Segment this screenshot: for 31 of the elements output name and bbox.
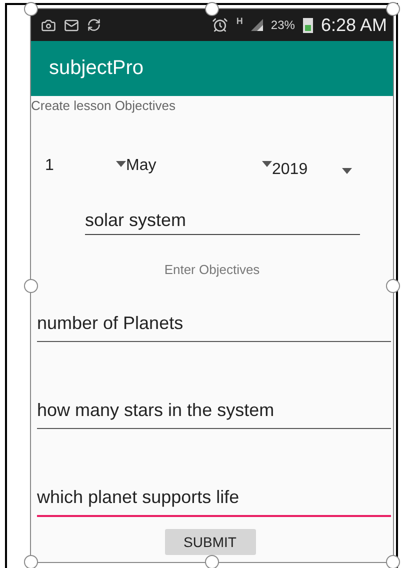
topic-input-field[interactable]: solar system <box>85 210 360 235</box>
resize-handle[interactable] <box>24 2 38 16</box>
resize-handle[interactable] <box>386 555 400 568</box>
resize-handle[interactable] <box>24 278 38 292</box>
resize-handle[interactable] <box>386 278 400 292</box>
app-title: subjectPro <box>49 57 144 80</box>
page-heading: Create lesson Objectives <box>31 98 177 113</box>
battery-icon <box>302 17 313 33</box>
dropdown-caret-icon <box>342 168 352 174</box>
sync-icon <box>87 18 101 32</box>
dropdown-caret-icon <box>262 161 272 167</box>
objectives-label: Enter Objectives <box>163 262 261 277</box>
date-spinner[interactable]: 1 <box>45 157 126 183</box>
signal-icon <box>250 19 263 31</box>
objective-input-field[interactable]: how many stars in the system <box>37 400 391 429</box>
resize-handle[interactable] <box>24 555 38 568</box>
mail-icon <box>64 18 79 32</box>
resize-handle[interactable] <box>205 555 219 568</box>
resize-handle[interactable] <box>386 2 400 16</box>
date-spinner[interactable]: 2019 <box>272 157 352 183</box>
objective-input-field[interactable]: which planet supports life <box>37 487 391 517</box>
date-spinner[interactable]: May <box>126 157 272 183</box>
submit-button[interactable]: SUBMIT <box>164 529 256 555</box>
alarm-icon <box>212 17 228 33</box>
resize-handle[interactable] <box>205 2 219 16</box>
network-type: H <box>236 16 243 26</box>
objective-input-field[interactable]: number of Planets <box>37 313 391 342</box>
dropdown-caret-icon <box>116 161 126 167</box>
camera-icon <box>41 18 56 32</box>
clock-time: 6:28 AM <box>320 14 387 36</box>
battery-percent: 23% <box>270 18 295 32</box>
